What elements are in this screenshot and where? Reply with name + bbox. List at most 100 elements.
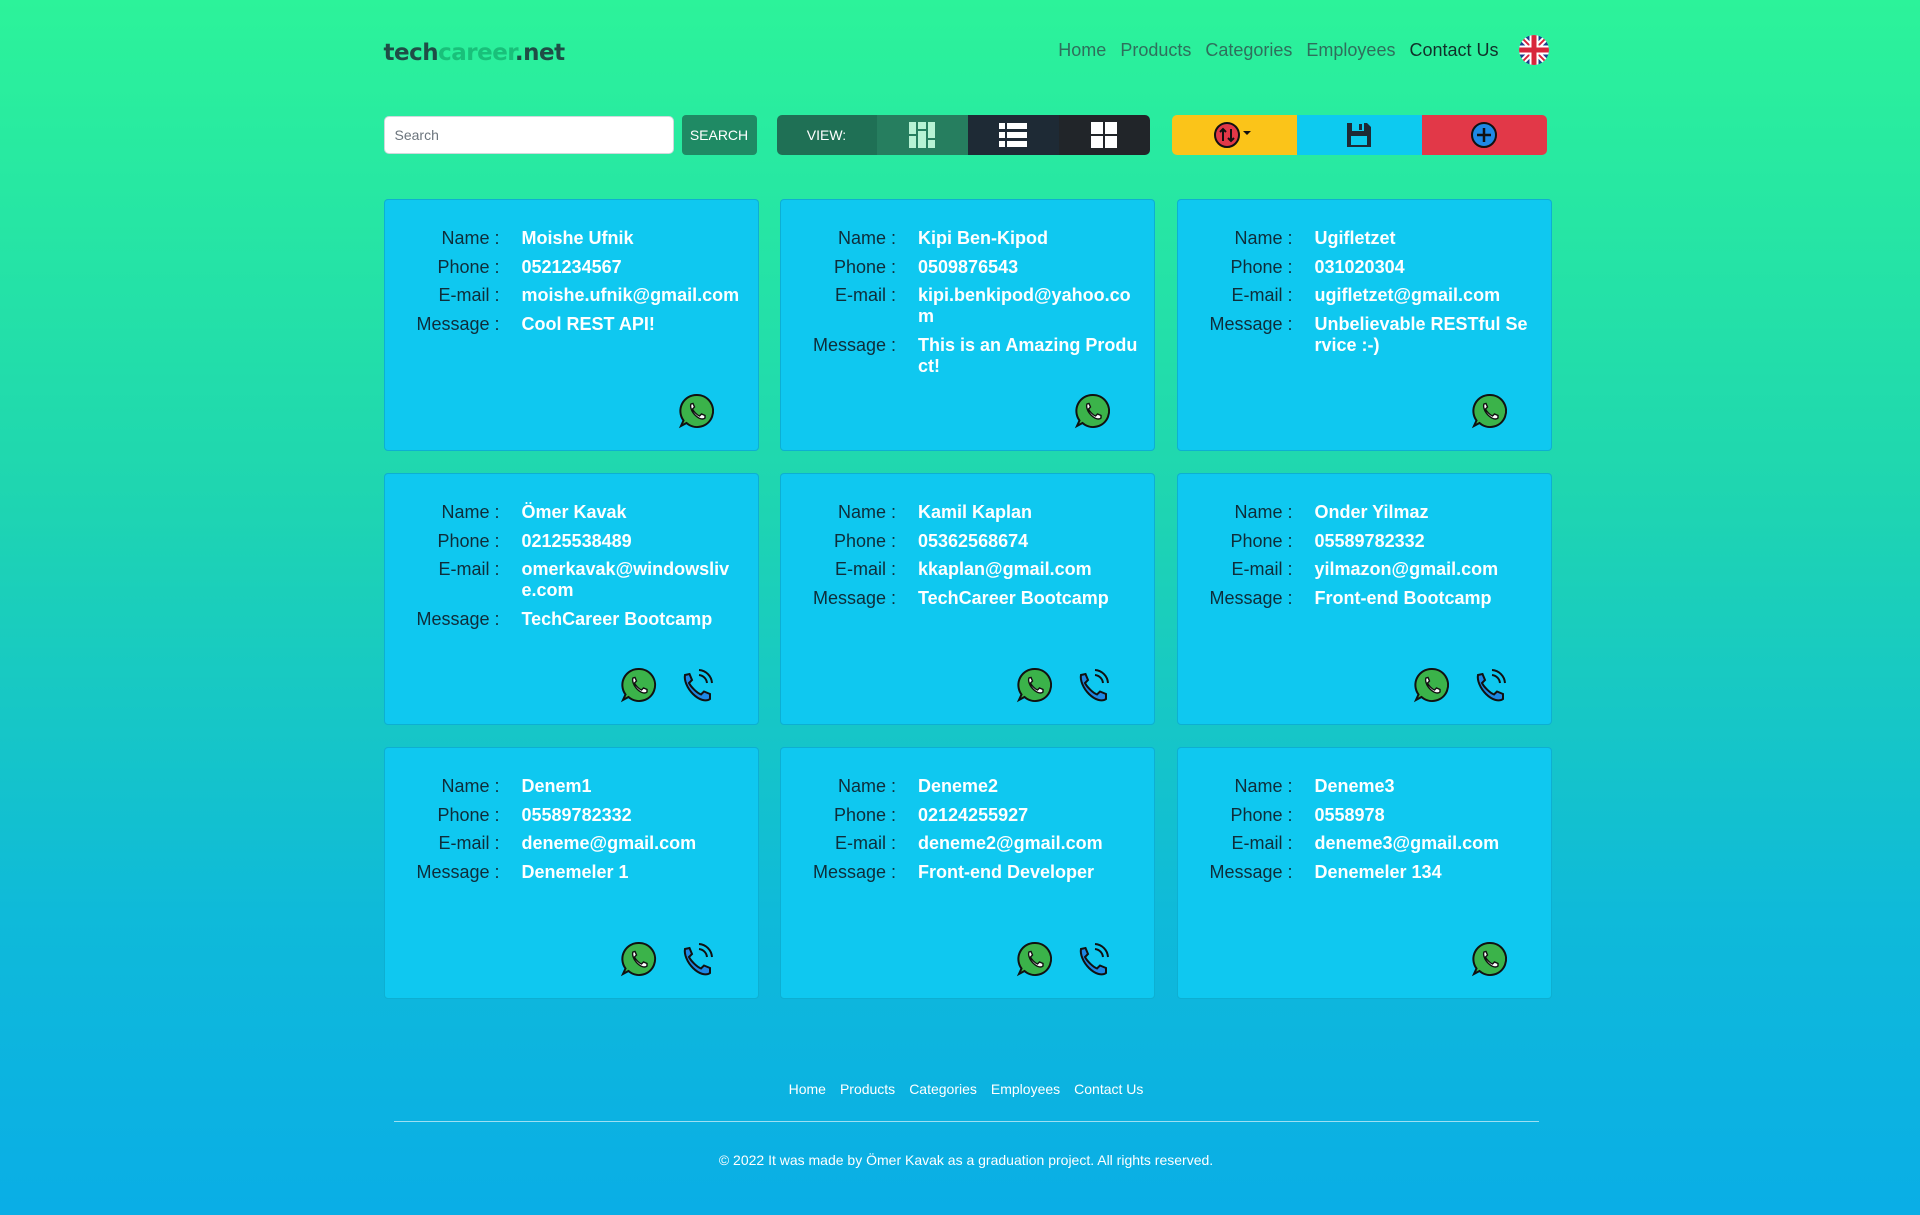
message-label: Message : <box>1209 861 1293 882</box>
contact-phone: 02124255927 <box>918 804 1029 825</box>
view-switcher: VIEW: <box>776 115 1150 155</box>
footer-link-categories[interactable]: Categories <box>909 1081 977 1097</box>
page-container: techcareer.net Home Products Categories … <box>372 0 1552 1168</box>
whatsapp-icon[interactable] <box>1471 392 1509 430</box>
contact-phone: 0509876543 <box>918 256 1019 277</box>
contact-name: Deneme2 <box>918 776 999 796</box>
contact-email: deneme2@gmail.com <box>918 833 1103 853</box>
email-label: E-mail : <box>438 559 500 579</box>
contact-message: Unbelievable RESTful Service :-) <box>1314 313 1528 355</box>
email-label: E-mail : <box>1231 833 1293 853</box>
contact-card: Name : Ugifletzet Phone : 031020304 E-mail… <box>1176 199 1552 451</box>
footer-link-home[interactable]: Home <box>789 1081 826 1097</box>
footer-nav: Home Products Categories Employees Conta… <box>384 1081 1549 1097</box>
email-label: E-mail : <box>834 833 896 853</box>
phone-call-icon[interactable] <box>1471 666 1509 704</box>
phone-label: Phone : <box>437 804 500 825</box>
main-nav: Home Products Categories Employees Conta… <box>1058 35 1549 65</box>
whatsapp-icon[interactable] <box>1471 940 1509 978</box>
phone-call-icon[interactable] <box>678 666 716 704</box>
contact-email: yilmazon@gmail.com <box>1314 559 1499 579</box>
name-label: Name : <box>1234 228 1293 248</box>
contact-email: deneme@gmail.com <box>521 833 697 853</box>
whatsapp-icon[interactable] <box>1016 940 1054 978</box>
footer-link-products[interactable]: Products <box>840 1081 895 1097</box>
email-label: E-mail : <box>1231 285 1293 305</box>
email-label: E-mail : <box>438 833 500 853</box>
phone-call-icon[interactable] <box>1074 940 1112 978</box>
email-label: E-mail : <box>834 559 896 579</box>
contact-phone: 05589782332 <box>1314 530 1425 551</box>
contact-email: kipi.benkipod@yahoo.com <box>918 285 1131 326</box>
phone-label: Phone : <box>1230 804 1293 825</box>
logo-part-2: career <box>438 40 515 66</box>
phone-label: Phone : <box>437 530 500 551</box>
nav-categories[interactable]: Categories <box>1205 40 1292 61</box>
add-contact-button[interactable] <box>1421 115 1547 155</box>
contact-email: omerkavak@windowslive.com <box>521 559 730 600</box>
brand-logo[interactable]: techcareer.net <box>383 40 566 66</box>
view-grid-button[interactable] <box>1058 115 1150 155</box>
nav-employees[interactable]: Employees <box>1306 40 1395 61</box>
phone-label: Phone : <box>1230 256 1293 277</box>
phone-call-icon[interactable] <box>678 940 716 978</box>
name-label: Name : <box>837 228 896 248</box>
contact-phone: 031020304 <box>1314 256 1405 277</box>
contact-name: Onder Yilmaz <box>1314 502 1429 522</box>
email-label: E-mail : <box>438 285 500 305</box>
contact-card: Name : Moishe Ufnik Phone : 0521234567 E-m… <box>383 199 759 451</box>
name-label: Name : <box>837 776 896 796</box>
phone-label: Phone : <box>833 256 896 277</box>
footer-divider <box>393 1121 1539 1122</box>
save-button[interactable] <box>1296 115 1422 155</box>
logo-part-3: .net <box>514 40 565 66</box>
contact-email: ugifletzet@gmail.com <box>1314 285 1501 305</box>
contact-card: Name : Kipi Ben-Kipod Phone : 0509876543 E… <box>780 199 1155 451</box>
copyright-text: © 2022 It was made by Ömer Kavak as a gr… <box>718 1152 1214 1168</box>
whatsapp-icon[interactable] <box>620 666 658 704</box>
view-masonry-button[interactable] <box>876 115 968 155</box>
nav-contact[interactable]: Contact Us <box>1409 40 1498 61</box>
masonry-icon <box>909 122 935 148</box>
name-label: Name : <box>1234 776 1293 796</box>
whatsapp-icon[interactable] <box>1016 666 1054 704</box>
contact-card: Name : Kamil Kaplan Phone : 05362568674 E-… <box>780 473 1155 725</box>
contact-phone: 0521234567 <box>521 256 622 277</box>
contact-card: Name : Denem1 Phone : 05589782332 E-mail :… <box>383 747 759 999</box>
sort-dropdown-button[interactable] <box>1171 115 1297 155</box>
footer-link-contact[interactable]: Contact Us <box>1074 1081 1143 1097</box>
search-button[interactable]: SEARCH <box>681 115 757 155</box>
footer-link-employees[interactable]: Employees <box>991 1081 1060 1097</box>
whatsapp-icon[interactable] <box>1074 392 1112 430</box>
contact-email: deneme3@gmail.com <box>1314 833 1500 853</box>
logo-part-1: tech <box>383 40 439 66</box>
view-list-button[interactable] <box>967 115 1059 155</box>
contact-phone: 05362568674 <box>918 530 1029 551</box>
action-buttons <box>1171 115 1547 155</box>
nav-products[interactable]: Products <box>1120 40 1191 61</box>
contact-message: TechCareer Bootcamp <box>918 587 1109 608</box>
whatsapp-icon[interactable] <box>678 392 716 430</box>
message-label: Message : <box>416 861 500 882</box>
grid-icon <box>1091 122 1117 148</box>
contact-email: kkaplan@gmail.com <box>918 559 1092 579</box>
whatsapp-icon[interactable] <box>1413 666 1451 704</box>
contact-name: Kamil Kaplan <box>918 502 1033 522</box>
contact-phone: 02125538489 <box>521 530 632 551</box>
message-label: Message : <box>812 334 896 355</box>
search-input[interactable] <box>383 116 674 154</box>
whatsapp-icon[interactable] <box>620 940 658 978</box>
nav-home[interactable]: Home <box>1058 40 1106 61</box>
message-label: Message : <box>1209 313 1293 334</box>
message-label: Message : <box>812 861 896 882</box>
name-label: Name : <box>441 502 500 522</box>
phone-label: Phone : <box>833 804 896 825</box>
message-label: Message : <box>1209 587 1293 608</box>
contact-name: Kipi Ben-Kipod <box>918 228 1048 248</box>
floppy-disk-icon <box>1347 123 1371 147</box>
contact-card: Name : Deneme3 Phone : 0558978 E-mail : den… <box>1176 747 1552 999</box>
contact-phone: 0558978 <box>1314 804 1385 825</box>
contact-name: Moishe Ufnik <box>521 228 634 248</box>
uk-flag-icon[interactable] <box>1518 35 1549 65</box>
phone-call-icon[interactable] <box>1074 666 1112 704</box>
